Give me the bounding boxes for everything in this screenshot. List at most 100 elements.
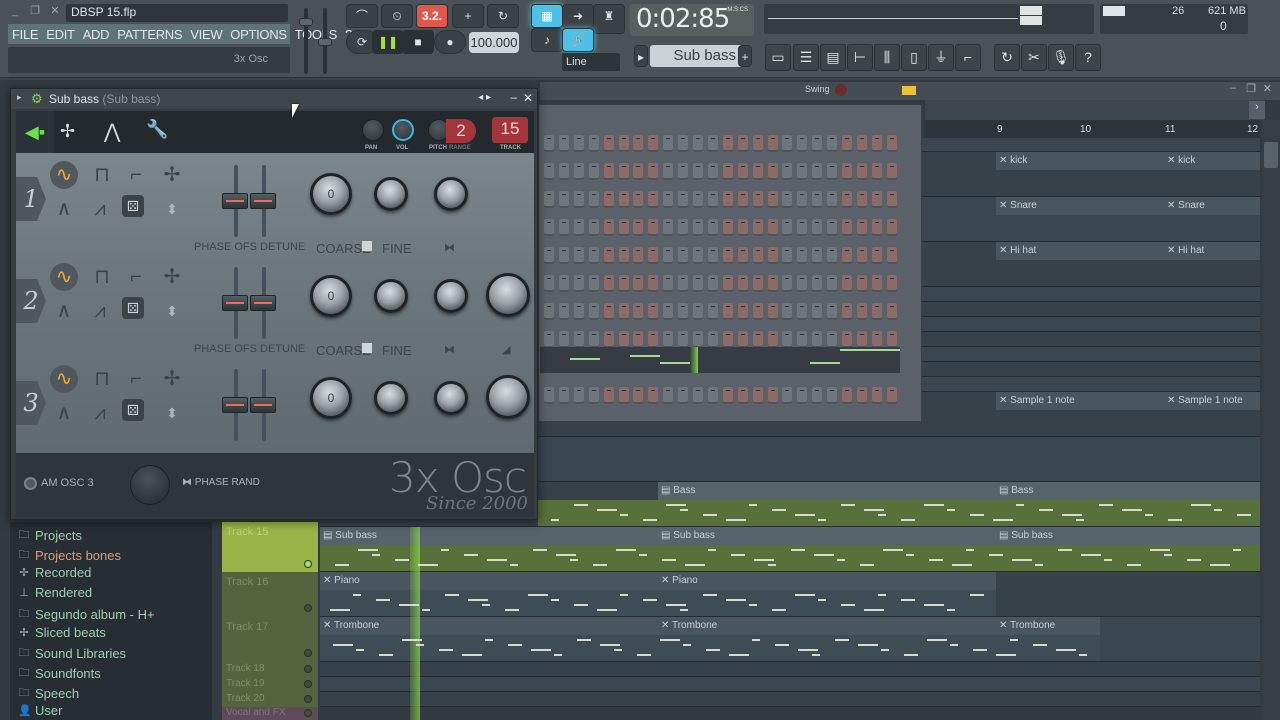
step-button[interactable] [767, 191, 778, 208]
step-button[interactable] [797, 163, 808, 180]
step-button[interactable] [752, 331, 763, 348]
add-pattern-button[interactable]: + [738, 45, 752, 67]
step-button[interactable] [737, 275, 748, 292]
coarse-knob[interactable]: 0 [310, 275, 352, 317]
timeline-ruler[interactable]: 9 10 11 12 [925, 120, 1260, 138]
step-button[interactable] [737, 135, 748, 152]
step-button[interactable] [544, 247, 554, 264]
step-button[interactable] [812, 275, 823, 292]
phase-offset-fader[interactable] [222, 397, 248, 413]
step-button[interactable] [678, 275, 689, 292]
step-button[interactable] [782, 219, 793, 236]
phase-offset-fader[interactable] [222, 193, 248, 209]
track-header-17[interactable]: Track 17 [222, 617, 318, 662]
step-button[interactable] [633, 219, 644, 236]
plugin-close-icon[interactable]: ✕ [523, 91, 533, 105]
sample-tab-icon[interactable]: ✢ [60, 121, 75, 142]
step-button[interactable] [678, 163, 689, 180]
step-button[interactable] [886, 163, 897, 180]
close-icon[interactable]: ✕ [46, 4, 64, 18]
step-button[interactable] [827, 331, 838, 348]
step-button[interactable] [558, 219, 569, 236]
step-button[interactable] [737, 247, 748, 264]
step-button[interactable] [573, 331, 584, 348]
am-osc3-toggle[interactable] [24, 477, 37, 490]
step-button[interactable] [618, 135, 629, 152]
detune-fader[interactable] [250, 295, 276, 311]
step-button[interactable] [886, 303, 897, 320]
track-header-vocal[interactable]: Vocal and FX [222, 707, 318, 720]
step-button[interactable] [886, 331, 897, 348]
browser-item[interactable]: 👤 User [18, 703, 62, 718]
step-button[interactable] [842, 219, 852, 236]
step-button[interactable] [633, 163, 644, 180]
step-button[interactable] [886, 247, 897, 264]
clip-trombone-3[interactable]: ✕ Trombone [996, 617, 1100, 635]
pl-minimize-icon[interactable]: – [1230, 82, 1236, 94]
step-button[interactable] [633, 191, 644, 208]
master-pitch-slider[interactable] [318, 8, 332, 74]
step-button[interactable] [722, 219, 733, 236]
osc-volume-knob[interactable] [486, 273, 530, 317]
playlist-scrollbar[interactable] [1262, 120, 1280, 720]
clip-snare-2[interactable]: ✕ Snare [1164, 197, 1260, 215]
step-button[interactable] [588, 331, 599, 348]
clip-subbass-2[interactable]: ▤ Sub bass [658, 527, 996, 545]
step-button[interactable] [558, 387, 569, 404]
clip-piano-2[interactable]: ✕ Piano [658, 572, 996, 590]
stop-button[interactable]: ■ [402, 30, 434, 54]
step-button[interactable] [603, 191, 614, 208]
step-button[interactable] [618, 219, 629, 236]
step-button[interactable] [722, 247, 733, 264]
square-wave-icon[interactable]: ⊓ [88, 161, 116, 189]
help-icon[interactable]: ? [1075, 44, 1101, 71]
step-button[interactable] [544, 135, 554, 152]
channel-piano-roll-preview[interactable] [540, 347, 900, 373]
sine-wave-icon[interactable]: ∿ [50, 365, 78, 393]
step-button[interactable] [573, 247, 584, 264]
step-button[interactable] [722, 303, 733, 320]
plugin-menu-arrow-icon[interactable]: ▸ [17, 92, 22, 103]
playlist-lane[interactable] [320, 692, 1260, 707]
noise-wave-icon[interactable]: ✢ [158, 161, 186, 189]
fine-knob[interactable] [374, 177, 408, 211]
detune-fader[interactable] [250, 397, 276, 413]
step-button[interactable] [812, 303, 823, 320]
metronome-button[interactable]: ⌒ [346, 4, 378, 28]
step-button[interactable] [737, 331, 748, 348]
track-header-16[interactable]: Track 16 [222, 572, 318, 617]
step-button[interactable] [886, 191, 897, 208]
coarse-knob[interactable]: 0 [310, 377, 352, 419]
step-edit-button[interactable]: + [452, 4, 484, 28]
custom-wave-icon[interactable]: ⬍ [158, 297, 186, 325]
clip-hihat-2[interactable]: ✕ Hi hat [1164, 242, 1260, 260]
step-button[interactable] [633, 247, 644, 264]
record-mic-icon[interactable]: 🎙 [1048, 44, 1074, 71]
browser-item[interactable]: ✢ Recorded [18, 565, 91, 580]
random-wave-icon[interactable]: ⚄ [122, 399, 144, 421]
step-button[interactable] [782, 331, 793, 348]
square-wave-icon[interactable]: ⊓ [88, 263, 116, 291]
step-button[interactable] [842, 135, 852, 152]
menu-patterns[interactable]: PATTERNS [113, 27, 186, 42]
step-button[interactable] [871, 275, 882, 292]
step-button[interactable] [663, 135, 674, 152]
step-button[interactable] [782, 387, 793, 404]
stamp-icon[interactable]: ⌐ [955, 44, 981, 71]
step-button[interactable] [767, 331, 778, 348]
step-button[interactable] [871, 219, 882, 236]
step-button[interactable] [648, 387, 659, 404]
step-button[interactable] [678, 135, 689, 152]
saw-wave-icon[interactable]: ⩘ [86, 297, 114, 325]
triangle-wave-icon[interactable]: ∧ [50, 399, 78, 427]
step-button[interactable] [588, 275, 599, 292]
step-button[interactable] [797, 219, 808, 236]
wait-input-button[interactable]: ⏲ [381, 4, 413, 28]
clip-subbass-body[interactable] [320, 545, 1260, 571]
clip-trombone-2[interactable]: ✕ Trombone [658, 617, 996, 635]
sine-wave-icon[interactable]: ∿ [50, 263, 78, 291]
step-button[interactable] [573, 163, 584, 180]
step-button[interactable] [782, 191, 793, 208]
browser-item[interactable]: ✢ Sliced beats [18, 625, 105, 640]
step-button[interactable] [693, 275, 703, 292]
